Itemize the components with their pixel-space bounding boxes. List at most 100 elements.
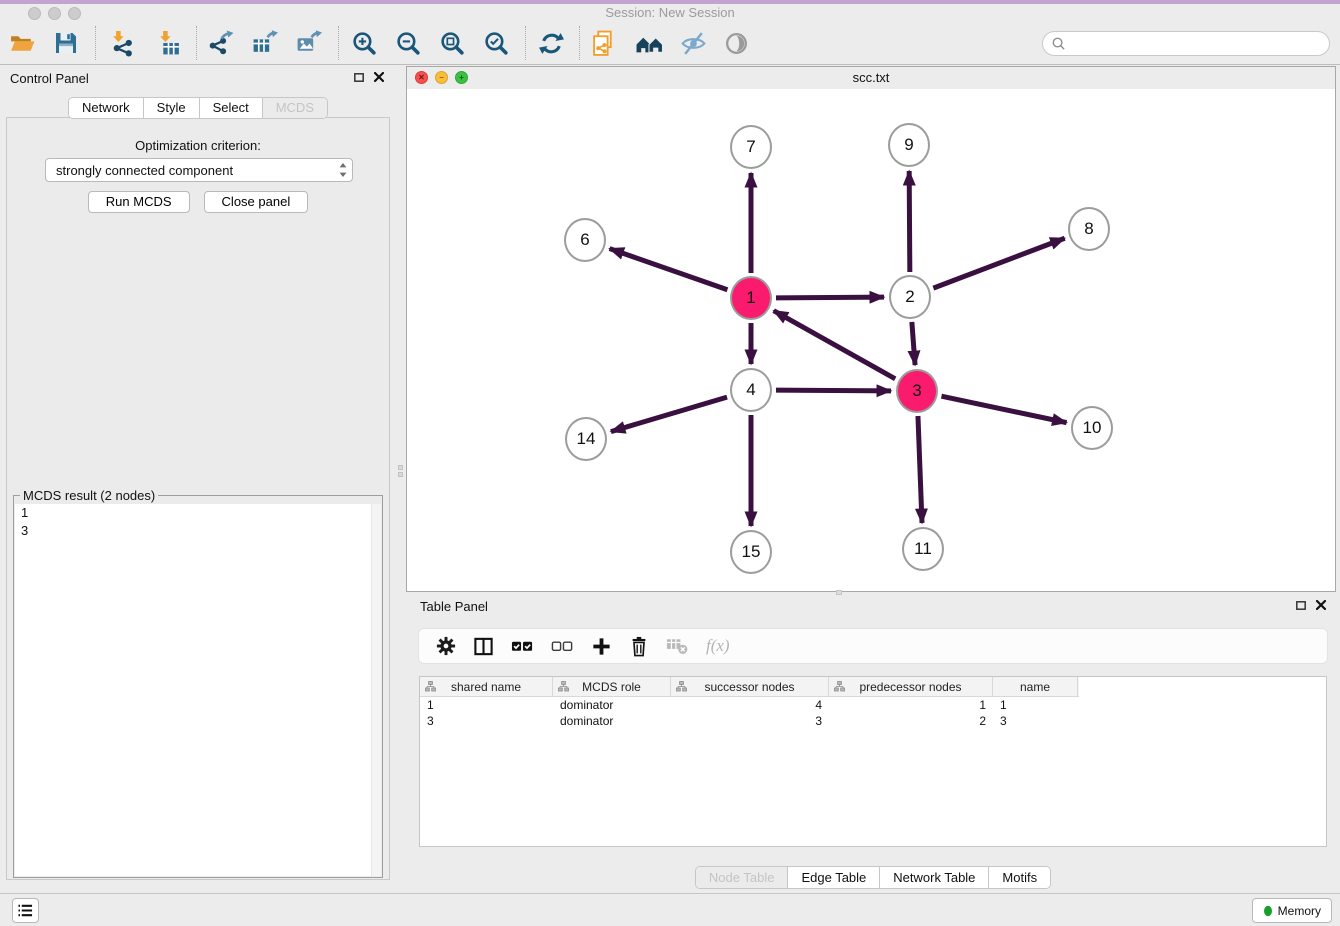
- graph-node-14[interactable]: 14: [565, 417, 607, 461]
- deselect-all-button[interactable]: [551, 635, 574, 657]
- table-tabs: Node TableEdge TableNetwork TableMotifs: [406, 866, 1340, 889]
- edge-3-1[interactable]: [774, 311, 896, 379]
- search-box[interactable]: [1042, 31, 1330, 56]
- tab-style[interactable]: Style: [144, 98, 200, 118]
- graph-node-1[interactable]: 1: [730, 276, 772, 320]
- graph-node-11[interactable]: 11: [902, 527, 944, 571]
- float-panel-icon[interactable]: [1296, 601, 1306, 610]
- graph-node-2[interactable]: 2: [889, 275, 931, 319]
- tab-network[interactable]: Network: [69, 98, 144, 118]
- show-details-button[interactable]: [722, 29, 750, 57]
- add-column-button[interactable]: [591, 636, 612, 657]
- zoom-selected-button[interactable]: [482, 29, 510, 57]
- table-panel: Table Panel: [406, 594, 1340, 893]
- table-split-view-button[interactable]: [473, 636, 494, 657]
- close-panel-icon[interactable]: [1316, 600, 1326, 610]
- tab-node-table[interactable]: Node Table: [696, 867, 789, 888]
- edge-1-6[interactable]: [610, 249, 728, 290]
- graph-node-3[interactable]: 3: [896, 369, 938, 413]
- network-minimize-button[interactable]: −: [435, 71, 448, 84]
- graph-node-8[interactable]: 8: [1068, 207, 1110, 251]
- edge-3-10[interactable]: [941, 396, 1066, 422]
- graph-node-6[interactable]: 6: [564, 218, 606, 262]
- duplicate-network-icon: [591, 30, 618, 57]
- column-header-MCDS-role[interactable]: MCDS role: [553, 677, 671, 696]
- toolbar-separator: [579, 26, 580, 60]
- tab-mcds[interactable]: MCDS: [263, 98, 327, 118]
- zoom-in-button[interactable]: [350, 29, 378, 57]
- graph-node-15[interactable]: 15: [730, 530, 772, 574]
- zoom-fit-button[interactable]: [438, 29, 466, 57]
- open-folder-icon: [9, 30, 36, 57]
- home-layout-button[interactable]: [632, 29, 666, 57]
- houses-icon: [634, 30, 665, 57]
- application-window: Session: New Session: [0, 0, 1340, 926]
- table-cell: dominator: [553, 697, 671, 713]
- import-table-icon: [155, 30, 182, 57]
- export-table-icon: [251, 30, 278, 57]
- optimization-criterion-label: Optimization criterion:: [7, 138, 389, 153]
- edge-2-3[interactable]: [912, 322, 915, 365]
- network-window-title: scc.txt: [407, 67, 1335, 88]
- graph-node-9[interactable]: 9: [888, 123, 930, 167]
- export-image-button[interactable]: [294, 29, 322, 57]
- toolbar-separator: [196, 26, 197, 60]
- edge-3-11[interactable]: [918, 416, 922, 523]
- criterion-dropdown[interactable]: strongly connected component: [45, 158, 353, 182]
- close-panel-icon[interactable]: [374, 72, 384, 82]
- column-label: predecessor nodes: [859, 680, 961, 694]
- close-panel-button[interactable]: Close panel: [204, 191, 309, 213]
- task-history-button[interactable]: [12, 898, 39, 923]
- search-icon: [1051, 36, 1066, 51]
- tab-network-table[interactable]: Network Table: [880, 867, 989, 888]
- trash-icon: [629, 636, 649, 657]
- network-close-button[interactable]: ✕: [415, 71, 428, 84]
- duplicate-network-button[interactable]: [590, 29, 618, 57]
- column-header-shared-name[interactable]: shared name: [420, 677, 553, 696]
- import-network-button[interactable]: [107, 29, 135, 57]
- tab-motifs[interactable]: Motifs: [989, 867, 1050, 888]
- function-builder-button[interactable]: f(x): [706, 636, 730, 656]
- graph-node-10[interactable]: 10: [1071, 406, 1113, 450]
- delete-table-button[interactable]: [666, 636, 689, 656]
- edge-4-3[interactable]: [776, 390, 891, 391]
- network-window-titlebar[interactable]: ✕ − + scc.txt: [407, 67, 1335, 90]
- table-row[interactable]: 1dominator411: [420, 697, 1326, 713]
- refresh-icon: [538, 30, 565, 57]
- network-canvas[interactable]: 1 2 3 4 6 7 8 9 10 11 14 15: [407, 89, 1335, 591]
- shared-column-icon: [676, 681, 687, 692]
- column-header-name[interactable]: name: [993, 677, 1078, 696]
- refresh-button[interactable]: [537, 29, 565, 57]
- select-all-button[interactable]: [511, 635, 534, 657]
- table-settings-button[interactable]: [436, 636, 456, 656]
- edge-2-8[interactable]: [933, 238, 1064, 288]
- export-network-button[interactable]: [206, 29, 234, 57]
- split-divider[interactable]: [396, 65, 406, 893]
- table-row[interactable]: 3dominator323: [420, 713, 1326, 729]
- save-session-button[interactable]: [52, 29, 80, 57]
- edge-4-14[interactable]: [611, 397, 727, 431]
- graph-node-4[interactable]: 4: [730, 368, 772, 412]
- graph-node-7[interactable]: 7: [730, 125, 772, 169]
- memory-button[interactable]: Memory: [1252, 898, 1332, 923]
- column-header-successor-nodes[interactable]: successor nodes: [671, 677, 829, 696]
- tab-select[interactable]: Select: [200, 98, 263, 118]
- run-mcds-button[interactable]: Run MCDS: [88, 191, 190, 213]
- search-input[interactable]: [1066, 32, 1329, 54]
- network-window-controls[interactable]: ✕ − +: [415, 71, 468, 84]
- tab-edge-table[interactable]: Edge Table: [788, 867, 880, 888]
- float-panel-icon[interactable]: [354, 73, 364, 82]
- mcds-result-list[interactable]: 13: [15, 504, 381, 876]
- edge-1-2[interactable]: [776, 297, 884, 298]
- hide-details-button[interactable]: [679, 29, 707, 57]
- import-table-button[interactable]: [154, 29, 182, 57]
- edge-2-9[interactable]: [909, 171, 910, 272]
- network-maximize-button[interactable]: +: [455, 71, 468, 84]
- delete-column-button[interactable]: [629, 636, 649, 657]
- zoom-fit-icon: [439, 30, 466, 57]
- open-session-button[interactable]: [8, 29, 36, 57]
- result-scrollbar[interactable]: [371, 504, 381, 876]
- column-header-predecessor-nodes[interactable]: predecessor nodes: [829, 677, 993, 696]
- zoom-out-button[interactable]: [394, 29, 422, 57]
- export-table-button[interactable]: [250, 29, 278, 57]
